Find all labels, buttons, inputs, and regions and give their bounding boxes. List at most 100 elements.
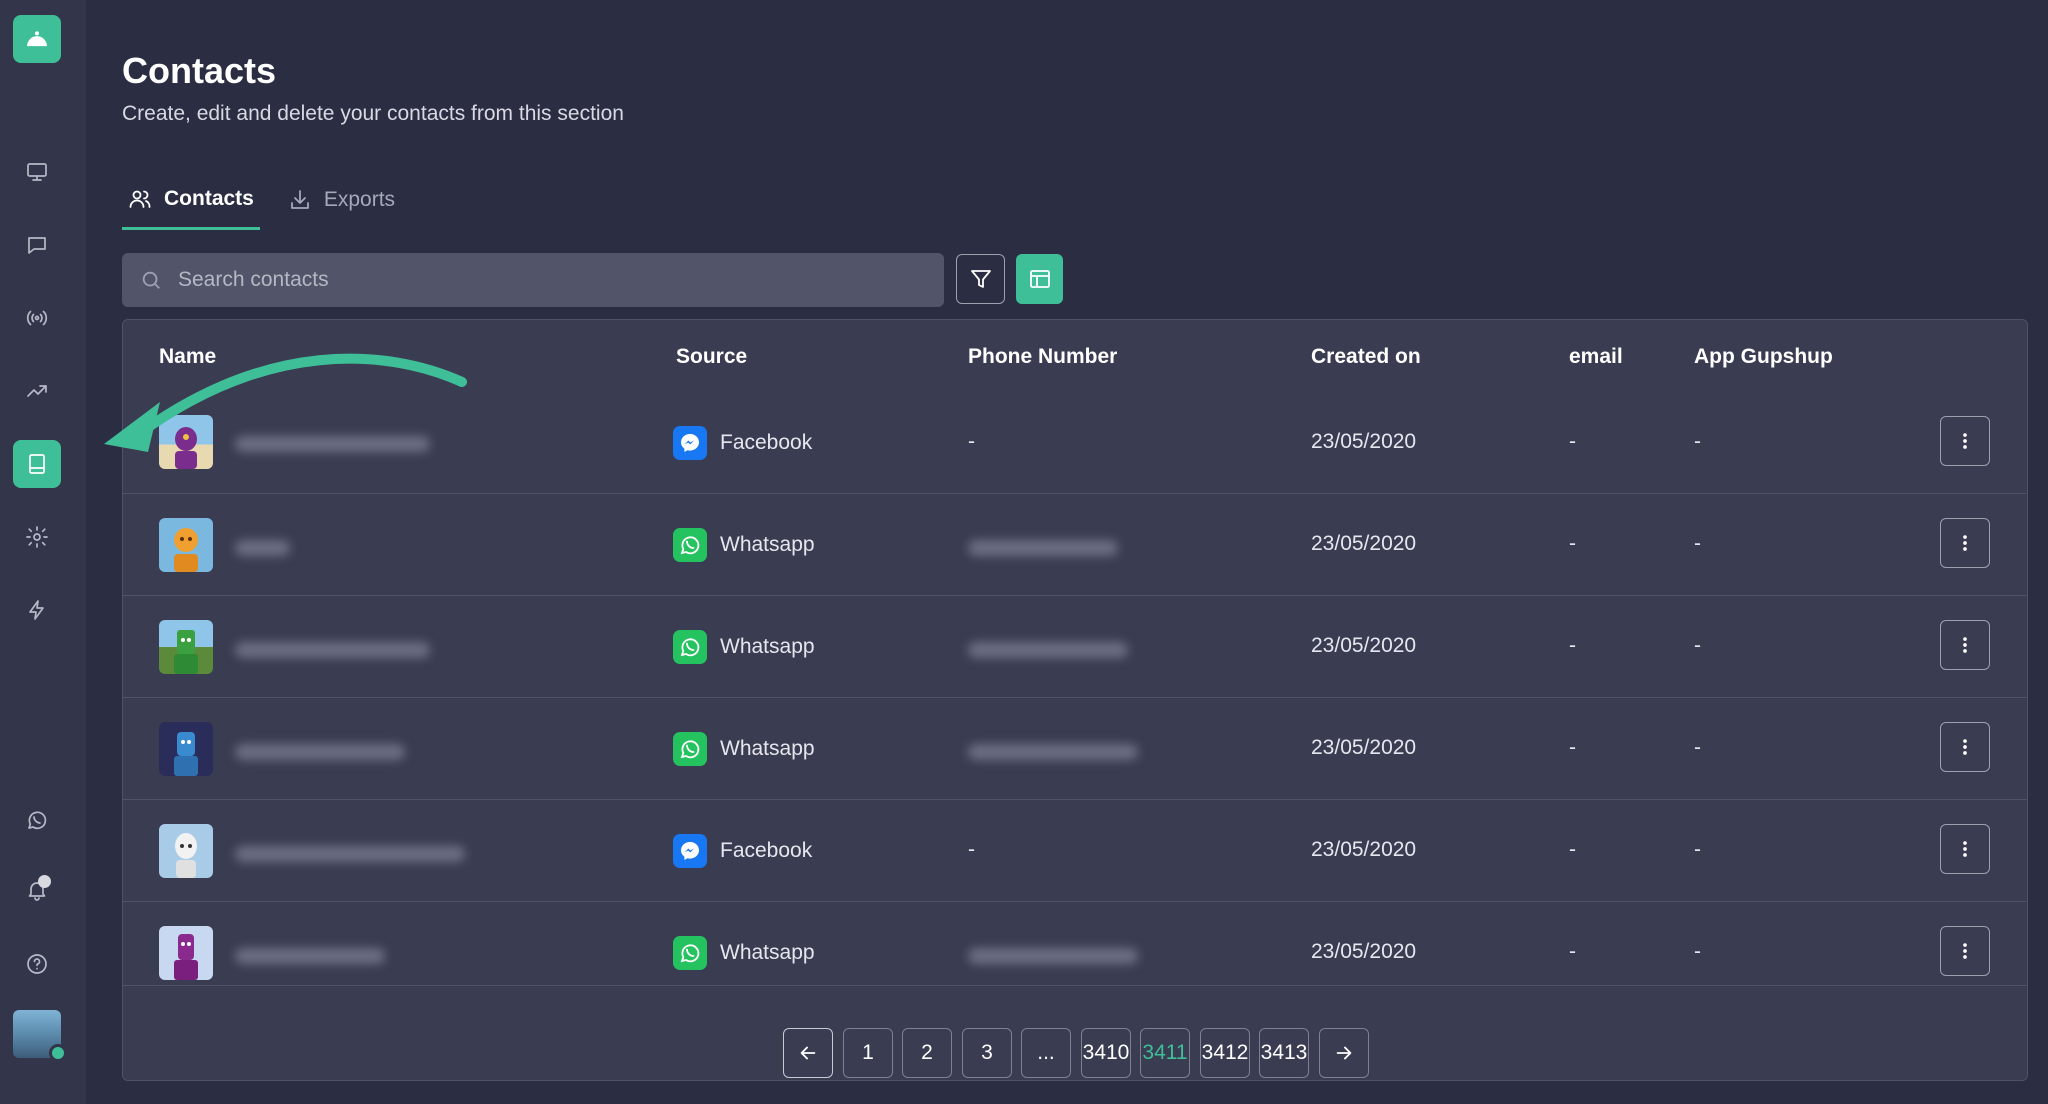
row-actions-button[interactable] (1940, 722, 1990, 772)
row-actions-button[interactable] (1940, 926, 1990, 976)
row-actions-button[interactable] (1940, 620, 1990, 670)
contact-avatar (159, 415, 213, 469)
column-header-name[interactable]: Name (159, 345, 216, 369)
column-header-phone[interactable]: Phone Number (968, 345, 1117, 369)
contacts-table: Name Source Phone Number Created on emai… (122, 319, 2028, 1081)
contact-name-redacted (235, 744, 405, 760)
app-gupshup-cell: - (1694, 838, 1701, 861)
source-cell: Facebook (673, 834, 812, 868)
app-gupshup-cell: - (1694, 736, 1701, 759)
sidebar-item-broadcast[interactable] (13, 294, 61, 342)
contact-avatar (159, 926, 213, 980)
app-gupshup-cell: - (1694, 940, 1701, 963)
tab-exports[interactable]: Exports (288, 170, 395, 230)
email-cell: - (1569, 940, 1576, 963)
filter-button[interactable] (956, 254, 1005, 304)
page-button[interactable]: 1 (843, 1028, 893, 1078)
app-gupshup-cell: - (1694, 532, 1701, 555)
source-cell: Whatsapp (673, 732, 815, 766)
page-button[interactable]: 3 (962, 1028, 1012, 1078)
created-cell: 23/05/2020 (1311, 736, 1417, 759)
source-cell: Whatsapp (673, 936, 815, 970)
phone-cell: - (968, 838, 975, 861)
email-cell: - (1569, 532, 1576, 555)
table-columns-icon (1029, 270, 1050, 288)
online-status-dot (49, 1044, 67, 1062)
phone-redacted (968, 948, 1138, 964)
page-ellipsis[interactable]: ... (1021, 1028, 1071, 1078)
whatsapp-icon (673, 630, 707, 664)
messenger-icon (673, 834, 707, 868)
prev-page-button[interactable] (783, 1028, 833, 1078)
broadcast-icon (26, 310, 48, 326)
help-icon (27, 954, 47, 974)
sidebar-item-automation[interactable] (13, 586, 61, 634)
more-vertical-icon (1963, 739, 1967, 755)
whatsapp-icon (673, 528, 707, 562)
email-cell: - (1569, 736, 1576, 759)
app-logo[interactable] (13, 15, 61, 63)
table-row[interactable]: Facebook - 23/05/2020 - - (123, 800, 2027, 902)
sidebar-item-help[interactable] (13, 940, 61, 988)
sidebar-item-contacts[interactable] (13, 440, 61, 488)
sidebar-item-dashboard[interactable] (13, 148, 61, 196)
page-title: Contacts (122, 50, 277, 91)
sidebar-item-analytics[interactable] (13, 367, 61, 415)
pagination: 1 2 3 ... 3410 3411 3412 3413 (123, 985, 2027, 1080)
row-actions-button[interactable] (1940, 416, 1990, 466)
tab-contacts[interactable]: Contacts (122, 170, 260, 230)
tab-bar: Contacts Exports (122, 170, 395, 232)
table-row[interactable]: Whatsapp 23/05/2020 - - (123, 494, 2027, 596)
source-label: Whatsapp (720, 737, 815, 760)
row-actions-button[interactable] (1940, 824, 1990, 874)
contact-avatar (159, 518, 213, 572)
column-header-source[interactable]: Source (676, 345, 747, 369)
page-button[interactable]: 2 (902, 1028, 952, 1078)
page-button[interactable]: 3412 (1200, 1028, 1250, 1078)
table-row[interactable]: Whatsapp 23/05/2020 - - (123, 596, 2027, 698)
source-label: Whatsapp (720, 941, 815, 964)
bell-service-icon (24, 31, 50, 48)
settings-icon (26, 526, 48, 548)
sidebar-item-whatsapp[interactable] (13, 796, 61, 844)
page-button-current[interactable]: 3411 (1140, 1028, 1190, 1078)
arrow-right-icon (1336, 1046, 1352, 1060)
user-avatar[interactable] (13, 1010, 67, 1062)
app-gupshup-cell: - (1694, 430, 1701, 453)
contact-name-redacted (235, 846, 465, 862)
sidebar-item-settings[interactable] (13, 513, 61, 561)
phone-redacted (968, 540, 1118, 556)
page-button[interactable]: 3410 (1081, 1028, 1131, 1078)
column-header-created[interactable]: Created on (1311, 345, 1421, 369)
created-cell: 23/05/2020 (1311, 430, 1417, 453)
created-cell: 23/05/2020 (1311, 532, 1417, 555)
contact-name-redacted (235, 642, 430, 658)
source-cell: Facebook (673, 426, 812, 460)
sidebar-item-chats[interactable] (13, 221, 61, 269)
email-cell: - (1569, 634, 1576, 657)
table-row[interactable]: Facebook - 23/05/2020 - - (123, 392, 2027, 494)
more-vertical-icon (1963, 841, 1967, 857)
chat-icon (28, 237, 46, 254)
contact-name-redacted (235, 948, 385, 964)
whatsapp-icon (28, 811, 47, 830)
email-cell: - (1569, 430, 1576, 453)
column-header-app-gupshup[interactable]: App Gupshup (1694, 345, 1833, 369)
filter-icon (970, 270, 991, 288)
download-icon (290, 190, 309, 209)
next-page-button[interactable] (1319, 1028, 1369, 1078)
table-header: Name Source Phone Number Created on emai… (123, 320, 2027, 392)
email-cell: - (1569, 838, 1576, 861)
column-header-email[interactable]: email (1569, 345, 1623, 369)
table-row[interactable]: Whatsapp 23/05/2020 - - (123, 698, 2027, 800)
more-vertical-icon (1963, 943, 1967, 959)
source-label: Whatsapp (720, 533, 815, 556)
tab-exports-label: Exports (323, 188, 396, 211)
page-button[interactable]: 3413 (1259, 1028, 1309, 1078)
row-actions-button[interactable] (1940, 518, 1990, 568)
sidebar-item-notifications[interactable] (13, 866, 61, 914)
search-input[interactable] (178, 268, 918, 292)
columns-button[interactable] (1016, 254, 1063, 304)
flash-icon (29, 600, 44, 620)
created-cell: 23/05/2020 (1311, 634, 1417, 657)
